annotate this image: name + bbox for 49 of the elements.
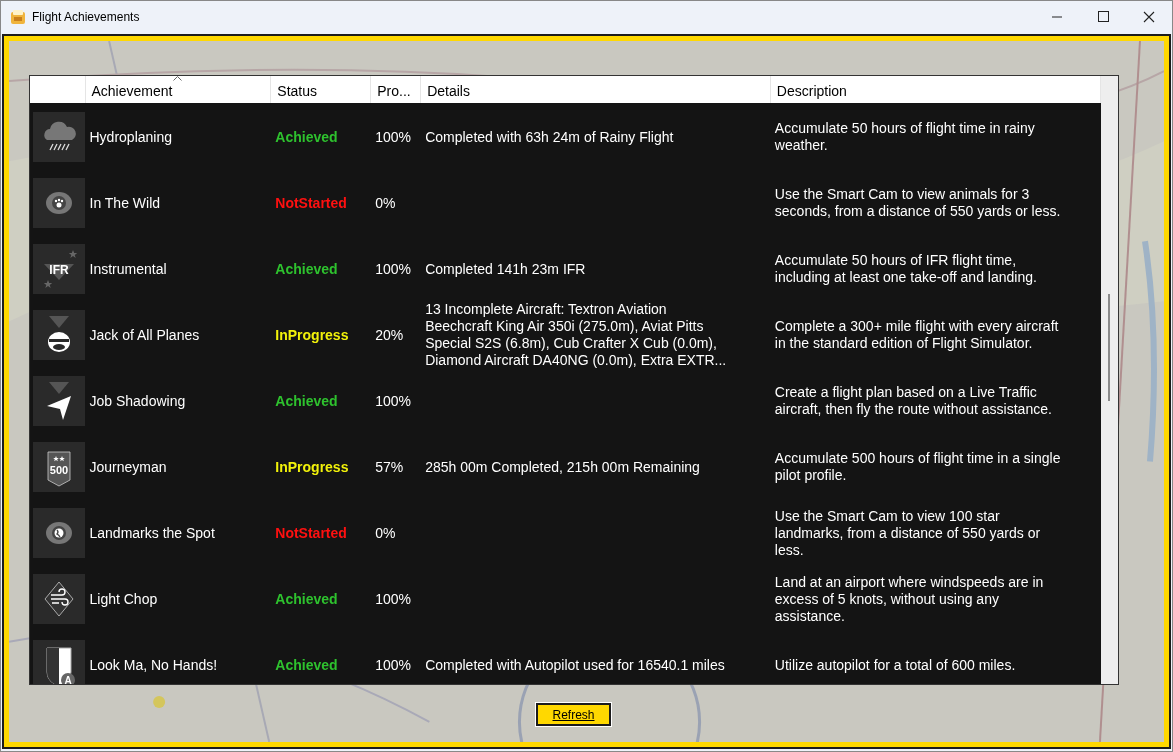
- sort-icon: [172, 76, 182, 81]
- chevron-badge-icon: IFR: [32, 244, 85, 294]
- details-text: 13 Incomplete Aircraft: Textron Aviation Beechcraft King Air 350i (275.0m), Aviat Pitts Special S2S (6.8m), Cub Crafter X Cub (0.0m), Diamond Aircraft DA40NG (0.0m), Extra EXTR...: [425, 301, 727, 368]
- status-text: Achieved: [275, 128, 338, 145]
- achievement-name: Journeyman: [89, 458, 167, 475]
- status-text: InProgress: [275, 326, 349, 343]
- details-text: 285h 00m Completed, 215h 00m Remaining: [425, 458, 700, 475]
- progress-text: 20%: [375, 326, 404, 343]
- status-text: NotStarted: [275, 194, 347, 211]
- details-text: Completed with 63h 24m of Rainy Flight: [425, 128, 674, 145]
- status-text: Achieved: [275, 260, 338, 277]
- progress-text: 0%: [375, 524, 396, 541]
- shield-icon: A: [32, 640, 85, 684]
- achievement-name: Light Chop: [89, 590, 158, 607]
- achievement-name: Look Ma, No Hands!: [89, 656, 218, 673]
- progress-text: 57%: [375, 458, 404, 475]
- description-text: Accumulate 50 hours of IFR flight time, including at least one take-off and landing.: [774, 252, 1037, 285]
- app-icon: [10, 9, 26, 25]
- progress-text: 0%: [375, 194, 396, 211]
- achievement-name: Landmarks the Spot: [89, 524, 215, 541]
- description-text: Use the Smart Cam to view 100 star landmarks, from a distance of 550 yards or less.: [774, 507, 1041, 558]
- progress-text: 100%: [375, 260, 411, 277]
- achievement-name: Hydroplaning: [89, 128, 172, 145]
- progress-text: 100%: [375, 392, 411, 409]
- scrollbar-thumb[interactable]: [1107, 294, 1110, 401]
- status-text: InProgress: [275, 458, 349, 475]
- status-text: Achieved: [275, 656, 338, 673]
- description-text: Use the Smart Cam to view animals for 3 seconds, from a distance of 550 yards or less.: [774, 186, 1061, 219]
- achievement-name: Jack of All Planes: [89, 326, 200, 343]
- window-title: Flight Achievements: [32, 10, 140, 24]
- description-text: Utilize autopilot for a total of 600 miles.: [774, 656, 1016, 673]
- status-text: NotStarted: [275, 524, 347, 541]
- description-text: Create a flight plan based on a Live Traffic aircraft, then fly the route without assistance.: [774, 384, 1052, 417]
- achievement-name: Instrumental: [89, 260, 167, 277]
- achievement-name: In The Wild: [89, 194, 161, 211]
- description-text: Accumulate 50 hours of flight time in rainy weather.: [774, 120, 1035, 153]
- details-text: Completed 141h 23m IFR: [425, 260, 586, 277]
- status-text: Achieved: [275, 590, 338, 607]
- description-text: Accumulate 500 hours of flight time in a single pilot profile.: [774, 450, 1061, 483]
- description-text: Complete a 300+ mile flight with every aircraft in the standard edition of Flight Simulator.: [774, 318, 1059, 351]
- achievement-name: Job Shadowing: [89, 392, 186, 409]
- progress-text: 100%: [375, 128, 411, 145]
- banner-badge-icon: 500: [32, 442, 85, 492]
- status-text: Achieved: [275, 392, 338, 409]
- progress-text: 100%: [375, 656, 411, 673]
- refresh-button[interactable]: Refresh: [536, 703, 611, 726]
- details-text: Completed with Autopilot used for 16540.1 miles: [425, 656, 725, 673]
- progress-text: 100%: [375, 590, 411, 607]
- description-text: Land at an airport where windspeeds are in excess of 5 knots, without using any assistance.: [774, 573, 1044, 624]
